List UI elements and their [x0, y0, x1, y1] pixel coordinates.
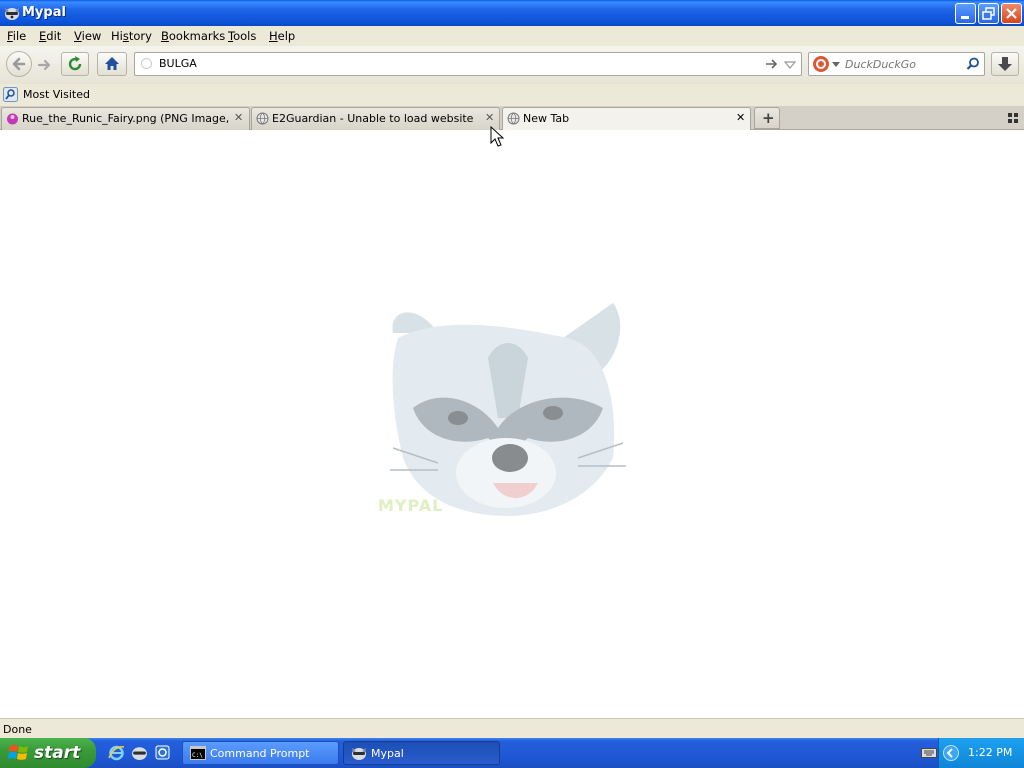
- restore-button[interactable]: [978, 3, 999, 24]
- home-button[interactable]: [97, 52, 127, 76]
- search-input[interactable]: [845, 58, 960, 71]
- globe-icon: [256, 112, 269, 125]
- tab-strip: Rue_the_Runic_Fairy.png (PNG Image, 1… ✕…: [0, 106, 1024, 131]
- duckduckgo-engine-icon[interactable]: [813, 56, 829, 72]
- forward-arrow-icon: [37, 59, 51, 71]
- close-icon: [1006, 8, 1017, 19]
- page-identity-icon: [141, 58, 152, 69]
- show-hidden-icons-button[interactable]: [943, 745, 959, 761]
- bookmarks-toolbar: Most Visited: [0, 84, 1024, 106]
- most-visited-label: Most Visited: [23, 88, 90, 101]
- svg-text:C:\: C:\: [192, 752, 203, 759]
- status-text: Done: [3, 723, 32, 736]
- tab-new-tab[interactable]: New Tab ✕: [502, 107, 751, 131]
- chevron-left-icon: [946, 748, 953, 758]
- engine-dropdown-icon[interactable]: [832, 62, 840, 68]
- mypal-raccoon-icon: [352, 748, 366, 760]
- fairy-image-icon: [7, 113, 18, 125]
- taskbar-item-label: Mypal: [371, 747, 404, 760]
- download-arrow-icon: [998, 57, 1012, 71]
- windows-logo-icon: [8, 744, 28, 760]
- menu-help[interactable]: Help: [269, 29, 295, 43]
- new-tab-page: MYPAL: [0, 130, 1024, 718]
- tab-close-icon[interactable]: ✕: [736, 111, 745, 124]
- status-bar: Done: [0, 718, 1024, 738]
- address-bar[interactable]: [134, 52, 802, 76]
- downloads-button[interactable]: [991, 52, 1019, 76]
- close-button[interactable]: [1001, 3, 1022, 24]
- globe-icon: [507, 112, 520, 125]
- search-bar[interactable]: [808, 52, 985, 76]
- plus-icon: +: [762, 109, 775, 127]
- menu-bar: File Edit View History Bookmarks Tools H…: [0, 26, 1024, 46]
- system-clock[interactable]: 1:22 PM: [968, 746, 1012, 759]
- navigation-toolbar: [0, 46, 1024, 84]
- minimize-button[interactable]: [955, 3, 976, 24]
- explorer-quicklaunch-icon[interactable]: [154, 744, 171, 761]
- menu-view[interactable]: View: [74, 29, 101, 43]
- new-tab-button[interactable]: +: [754, 107, 780, 129]
- reload-icon: [68, 56, 82, 71]
- menu-tools[interactable]: Tools: [228, 29, 256, 43]
- menu-bookmarks[interactable]: Bookmarks: [161, 29, 225, 43]
- taskbar-item-label: Command Prompt: [210, 747, 310, 760]
- forward-button[interactable]: [34, 53, 56, 77]
- tab-label: New Tab: [523, 112, 570, 125]
- tab-close-icon[interactable]: ✕: [234, 111, 243, 124]
- title-bar[interactable]: Mypal: [0, 0, 1024, 26]
- menu-history[interactable]: History: [111, 29, 152, 43]
- menu-edit[interactable]: Edit: [39, 29, 61, 43]
- start-button[interactable]: start: [0, 738, 96, 768]
- tab-e2guardian[interactable]: E2Guardian - Unable to load website ✕: [251, 107, 500, 130]
- restore-icon: [982, 7, 995, 20]
- reload-button[interactable]: [61, 52, 89, 76]
- menu-file[interactable]: File: [7, 29, 26, 43]
- mouse-cursor-icon: [490, 126, 505, 147]
- mypal-raccoon-icon: [5, 8, 19, 20]
- minimize-icon: [961, 16, 969, 19]
- tab-label: Rue_the_Runic_Fairy.png (PNG Image, 1…: [22, 112, 230, 125]
- back-arrow-icon: [12, 57, 26, 71]
- taskbar-item-mypal[interactable]: Mypal: [343, 741, 500, 765]
- most-visited-bookmark[interactable]: Most Visited: [3, 86, 93, 104]
- start-label: start: [34, 743, 81, 763]
- tab-close-icon[interactable]: ✕: [485, 111, 494, 124]
- window-title: Mypal: [22, 5, 66, 20]
- back-button[interactable]: [6, 51, 32, 77]
- history-dropdown-icon[interactable]: [784, 60, 796, 70]
- url-input[interactable]: [159, 57, 719, 70]
- keyboard-tray-icon[interactable]: [921, 747, 937, 759]
- tab-rue-the-runic-fairy[interactable]: Rue_the_Runic_Fairy.png (PNG Image, 1… ✕: [1, 107, 250, 130]
- taskbar-item-command-prompt[interactable]: C:\ Command Prompt: [182, 741, 339, 765]
- command-prompt-icon: C:\: [190, 746, 206, 760]
- home-icon: [105, 57, 119, 70]
- go-arrow-icon[interactable]: [765, 58, 779, 70]
- search-magnifier-icon[interactable]: [966, 57, 980, 71]
- most-visited-icon: [3, 87, 18, 102]
- tab-label: E2Guardian - Unable to load website: [272, 112, 474, 125]
- internet-explorer-quicklaunch-icon[interactable]: [108, 744, 125, 761]
- mypal-logo-text: MYPAL: [378, 496, 444, 515]
- tab-grid-icon[interactable]: [1007, 112, 1019, 124]
- windows-taskbar: start C:\ Command Prompt Mypal 1:22 PM: [0, 738, 1024, 768]
- mypal-quicklaunch-icon[interactable]: [131, 744, 148, 761]
